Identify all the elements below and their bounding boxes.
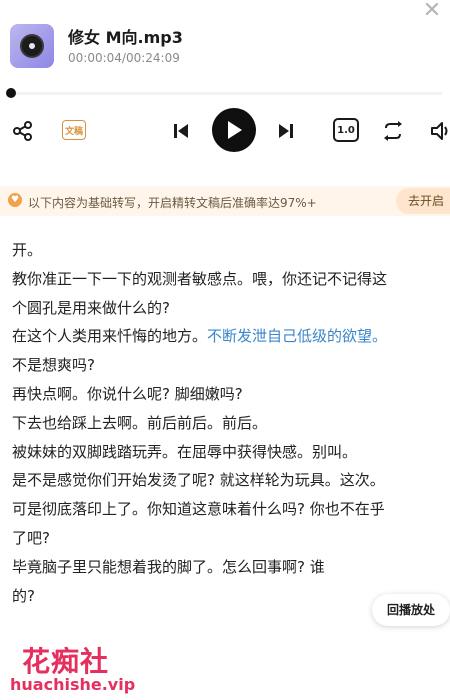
transcript-badge[interactable]: 文稿 — [62, 120, 86, 140]
disc-icon — [20, 34, 44, 58]
playback-controls: 文稿 1.0 — [0, 104, 450, 160]
transcript-line[interactable]: 了吧? — [12, 524, 448, 553]
transcript-body: 开。 教你准正一下一下的观测者敏感点。喂，你还记不记得这 个圆孔是用来做什么的?… — [12, 236, 448, 610]
notice-text: 以下内容为基础转写，开启精转文稿后准确率达97%+ — [28, 196, 317, 210]
play-icon — [228, 121, 242, 139]
share-icon[interactable] — [10, 118, 36, 144]
skip-previous-icon[interactable] — [168, 118, 194, 144]
loop-icon[interactable] — [380, 118, 406, 144]
album-cover — [10, 24, 54, 68]
transcript-line[interactable]: 毕竟脑子里只能想着我的脚了。怎么回事啊? 谁 — [12, 553, 448, 582]
enable-button[interactable]: 去开启 — [396, 188, 450, 214]
transcript-line[interactable]: 在这个人类用来忏悔的地方。不断发泄自己低级的欲望。 — [12, 322, 448, 351]
player-header: 修女 M向.mp3 00:00:04/00:24:09 ✕ — [0, 0, 450, 80]
play-button[interactable] — [212, 108, 256, 152]
volume-icon[interactable] — [428, 118, 450, 144]
track-title: 修女 M向.mp3 — [68, 28, 183, 47]
transcript-line[interactable]: 下去也给踩上去啊。前后前后。前后。 — [12, 409, 448, 438]
playback-speed-button[interactable]: 1.0 — [333, 118, 359, 142]
transcript-line[interactable]: 不是想爽吗? — [12, 351, 448, 380]
replay-position-button[interactable]: 回播放处 — [372, 594, 450, 626]
accuracy-notice-banner: ♥ 以下内容为基础转写，开启精转文稿后准确率达97%+ 去开启 — [0, 186, 450, 216]
transcript-line[interactable]: 是不是感觉你们开始发烫了呢? 就这样轮为玩具。这次。 — [12, 466, 448, 495]
transcript-line-text: 在这个人类用来忏悔的地方。 — [12, 327, 208, 346]
close-icon[interactable]: ✕ — [420, 0, 444, 24]
transcript-line[interactable]: 可是彻底落印上了。你知道这意味着什么吗? 你也不在乎 — [12, 495, 448, 524]
transcript-line[interactable]: 个圆孔是用来做什么的? — [12, 294, 448, 323]
transcript-line[interactable]: 被妹妹的双脚践踏玩弄。在屈辱中获得快感。别叫。 — [12, 438, 448, 467]
progress-thumb[interactable] — [6, 88, 16, 98]
transcript-line[interactable]: 开。 — [12, 236, 448, 265]
badge-icon: ♥ — [8, 193, 22, 207]
track-time: 00:00:04/00:24:09 — [68, 51, 180, 65]
skip-next-icon[interactable] — [273, 118, 299, 144]
highlighted-segment: 不断发泄自己低级的欲望。 — [207, 327, 388, 346]
watermark-url: huachishe.vip — [10, 675, 136, 694]
progress-bar[interactable] — [10, 92, 442, 95]
transcript-line[interactable]: 教你准正一下一下的观测者敏感点。喂，你还记不记得这 — [12, 265, 448, 294]
watermark-logo: 花痴社 — [22, 645, 110, 678]
transcript-line[interactable]: 再快点啊。你说什么呢? 脚细嫩吗? — [12, 380, 448, 409]
